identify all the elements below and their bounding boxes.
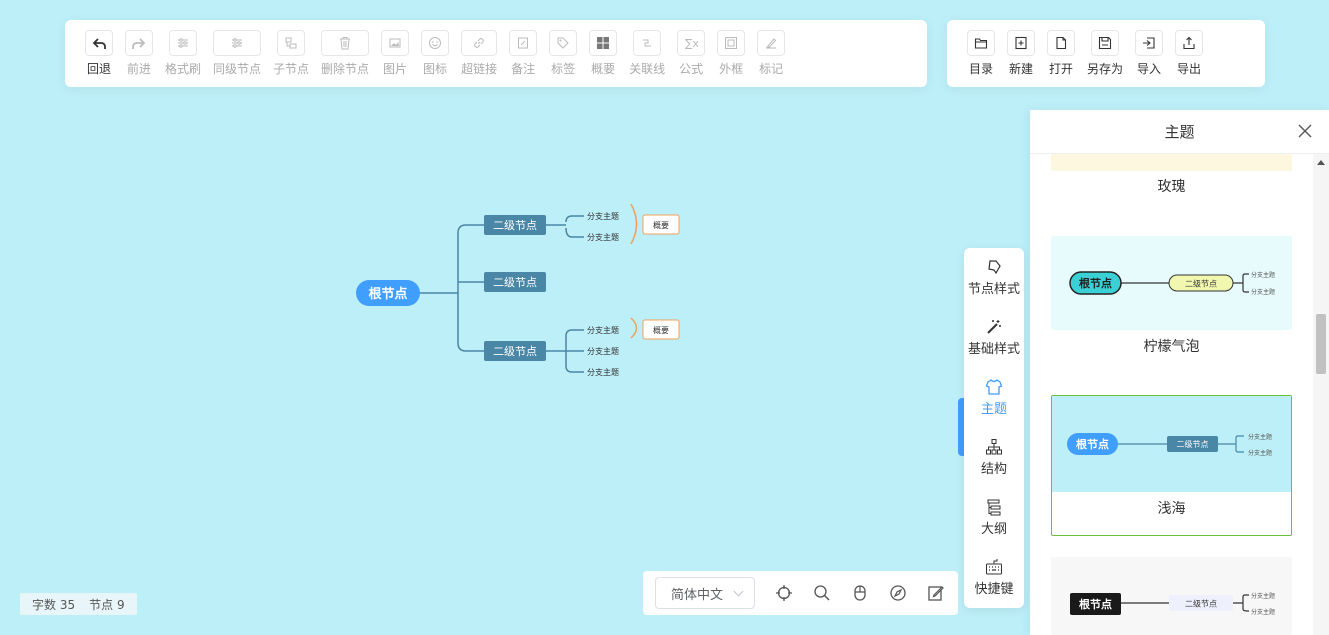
theme-root-label: 根节点 [1079, 276, 1112, 290]
tab-basic-style[interactable]: 基础样式 [964, 318, 1024, 357]
summary-node-1[interactable]: 概要 [642, 214, 680, 235]
theme-second-label: 二级节点 [1185, 599, 1217, 609]
branch-node[interactable]: 分支主题 [587, 325, 619, 335]
chevron-down-icon [733, 586, 744, 597]
toolbar-button-label: 导入 [1137, 62, 1162, 76]
theme-branch-label: 分支主题 [1251, 608, 1275, 616]
summary-node-label: 概要 [653, 220, 669, 230]
root-node[interactable]: 根节点 [356, 280, 420, 306]
outline-icon [987, 499, 1001, 516]
connector-l2-1 [457, 224, 484, 234]
level2-node-2[interactable]: 二级节点 [484, 272, 546, 292]
branch-node[interactable]: 分支主题 [587, 367, 619, 377]
level2-node-label: 二级节点 [493, 345, 537, 358]
mouse-icon[interactable] [851, 584, 869, 602]
shirt-icon [985, 379, 1003, 395]
panel-title: 主题 [1164, 123, 1195, 141]
level2-node-1[interactable]: 二级节点 [484, 215, 546, 235]
open-file-icon [1047, 30, 1075, 56]
side-tab-label: 大纲 [980, 522, 1007, 537]
theme-branch-label: 分支主题 [1251, 288, 1275, 296]
close-icon[interactable] [1297, 123, 1313, 139]
theme-branch-label: 分支主题 [1251, 271, 1275, 279]
theme-second-label: 二级节点 [1177, 439, 1209, 449]
summary-brace-1 [630, 203, 638, 245]
new-file-icon [1007, 30, 1035, 56]
toolbar-button-import[interactable]: 导入 [1135, 30, 1164, 77]
panel-header: 主题 [1030, 110, 1329, 154]
theme-branch-label: 分支主题 [1251, 592, 1275, 600]
theme-name: 柠檬气泡 [1143, 339, 1200, 355]
word-count: 字数 35 [32, 597, 76, 612]
search-icon[interactable] [813, 584, 831, 602]
branch-node[interactable]: 分支主题 [587, 211, 619, 221]
tab-outline[interactable]: 大纲 [964, 498, 1024, 537]
theme-second-label: 二级节点 [1185, 279, 1217, 289]
tab-theme[interactable]: 主题 [964, 378, 1024, 417]
theme-name: 浅海 [1157, 501, 1186, 517]
connector-l2-3 [457, 342, 484, 352]
summary-node-label: 概要 [653, 325, 669, 335]
language-select[interactable]: 简体中文 [655, 577, 755, 609]
level2-node-3[interactable]: 二级节点 [484, 341, 546, 361]
save-as-icon [1091, 30, 1119, 56]
import-icon [1135, 30, 1164, 56]
theme-card-dark[interactable]: 根节点 二级节点 分支主题 分支主题 [1051, 557, 1292, 635]
structure-icon [986, 439, 1002, 455]
theme-panel: 主题 玫瑰 根节点 二级节点 分支主题 分支主题 柠檬气泡 根节点 二级节点 分… [1030, 110, 1329, 635]
tab-structure[interactable]: 结构 [964, 438, 1024, 477]
theme-card-lemon[interactable]: 根节点 二级节点 分支主题 分支主题 [1051, 236, 1292, 330]
theme-root-label: 根节点 [1076, 437, 1109, 451]
export-icon [1175, 30, 1204, 56]
edit-icon[interactable] [927, 584, 945, 602]
locate-icon[interactable] [775, 584, 793, 602]
node-count: 节点 9 [89, 597, 125, 612]
language-value: 简体中文 [671, 587, 724, 603]
toolbar-button-export[interactable]: 导出 [1175, 30, 1204, 77]
mindmap-canvas[interactable]: 根节点 二级节点 二级节点 二级节点 分支主题 分支主题 分支主题 分支主题 分… [0, 0, 1000, 560]
theme-card-rose[interactable] [1051, 154, 1292, 171]
toolbar-button-open-file[interactable]: 打开 [1047, 30, 1075, 77]
toolbar-button-label: 新建 [1008, 62, 1033, 76]
bottom-toolbar: 简体中文 [643, 571, 958, 615]
summary-node-2[interactable]: 概要 [642, 319, 680, 340]
node-style-icon [988, 260, 1001, 275]
side-tabs: 节点样式 基础样式 主题 结构 大纲 快捷键 [964, 248, 1024, 608]
toolbar-button-label: 打开 [1048, 62, 1073, 76]
theme-branch-label: 分支主题 [1248, 449, 1272, 457]
stats-bar: 字数 35 节点 9 [20, 593, 137, 615]
side-tab-label: 基础样式 [967, 342, 1020, 357]
summary-brace-2 [630, 317, 638, 339]
branch-node[interactable]: 分支主题 [587, 232, 619, 242]
tab-node-style[interactable]: 节点样式 [964, 258, 1024, 297]
compass-icon[interactable] [889, 584, 907, 602]
level2-node-label: 二级节点 [493, 219, 537, 232]
toolbar-button-new-file[interactable]: 新建 [1007, 30, 1035, 77]
toolbar-button-save-as[interactable]: 另存为 [1087, 30, 1123, 77]
magic-wand-icon [987, 320, 1001, 334]
side-tab-label: 快捷键 [974, 582, 1014, 597]
branch-node[interactable]: 分支主题 [587, 346, 619, 356]
toolbar-button-label: 导出 [1177, 62, 1202, 76]
toolbar-button-label: 另存为 [1087, 62, 1124, 76]
side-tab-label: 结构 [980, 462, 1007, 477]
scrollbar-thumb[interactable] [1316, 314, 1326, 374]
scroll-up-arrow-icon[interactable] [1317, 160, 1325, 165]
panel-scrollbar[interactable] [1313, 154, 1329, 635]
root-node-label: 根节点 [368, 286, 407, 302]
side-tab-label: 节点样式 [967, 282, 1020, 297]
tab-shortcuts[interactable]: 快捷键 [964, 558, 1024, 597]
keyboard-icon [986, 559, 1002, 575]
side-tab-label: 主题 [980, 402, 1007, 417]
theme-name: 玫瑰 [1157, 179, 1186, 195]
theme-root-label: 根节点 [1079, 597, 1112, 611]
level2-node-label: 二级节点 [493, 276, 537, 289]
theme-branch-label: 分支主题 [1248, 433, 1272, 441]
